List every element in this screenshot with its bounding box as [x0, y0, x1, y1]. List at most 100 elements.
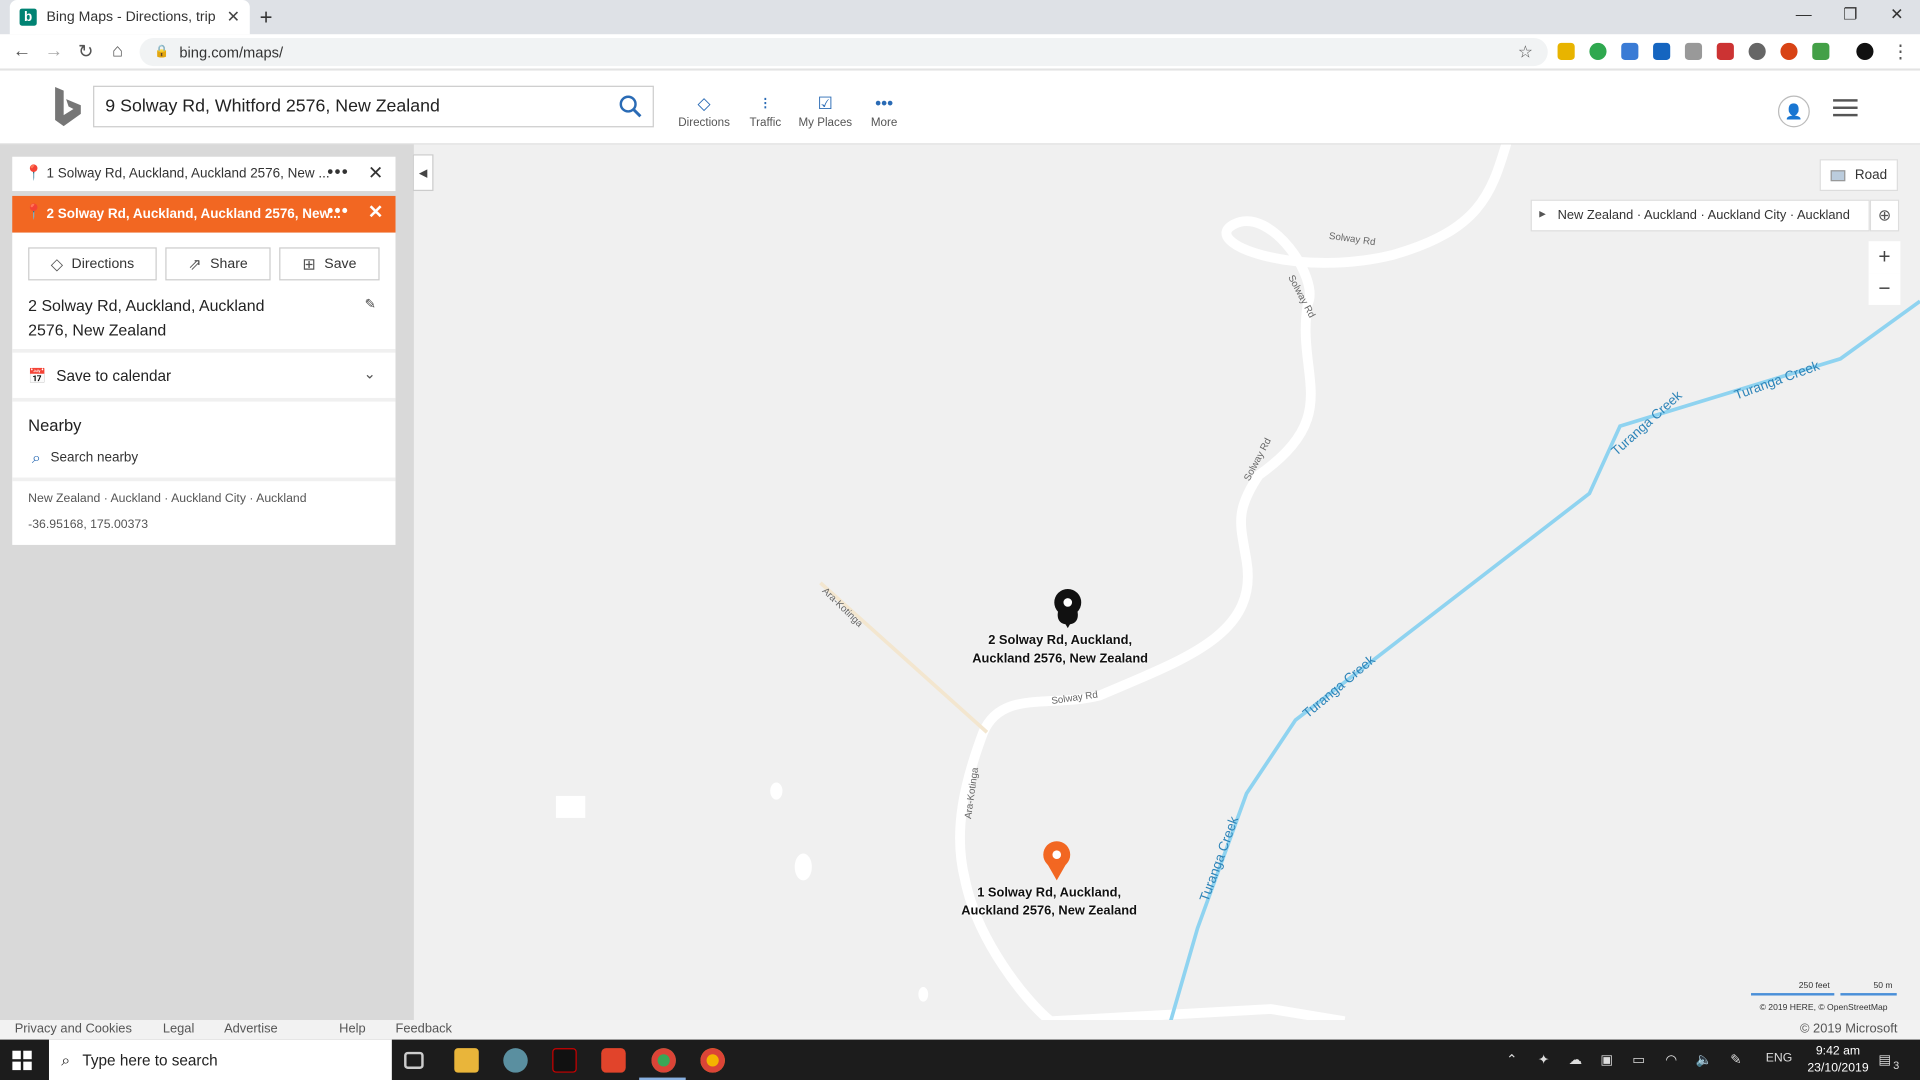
share-button[interactable]: ⇗ Share — [165, 247, 271, 281]
pin-icon: 📍 — [24, 164, 43, 182]
new-tab-icon[interactable]: + — [260, 5, 273, 31]
extension-icon[interactable] — [1653, 42, 1671, 61]
nav-traffic[interactable]: ⁝ Traffic — [735, 93, 796, 130]
black-location-pin-icon[interactable] — [1054, 588, 1082, 629]
black-pin-label[interactable]: 2 Solway Rd, Auckland, Auckland 2576, Ne… — [972, 632, 1148, 669]
nav-my-places-label: My Places — [798, 116, 853, 130]
language-indicator[interactable]: ENG — [1766, 1052, 1793, 1065]
window-close-icon[interactable]: ✕ — [1878, 5, 1915, 25]
user-avatar[interactable]: 👤 — [1777, 95, 1810, 128]
map-style-button[interactable]: Road — [1819, 159, 1898, 192]
browser-tab[interactable]: b Bing Maps - Directions, trip plann ✕ — [9, 0, 250, 35]
orange-location-pin-icon[interactable] — [1043, 841, 1071, 881]
footer-privacy-link[interactable]: Privacy and Cookies — [15, 1021, 132, 1036]
search-icon[interactable] — [618, 94, 642, 118]
extension-icon[interactable] — [1812, 42, 1830, 61]
scale-bar-meters — [1840, 993, 1897, 996]
battery-icon[interactable]: ▭ — [1632, 1052, 1645, 1068]
volume-icon[interactable]: 🔈 — [1696, 1052, 1713, 1068]
nav-more[interactable]: ••• More — [853, 93, 914, 130]
onedrive-icon[interactable]: ☁ — [1569, 1052, 1582, 1068]
save-button[interactable]: ⊞ Save — [279, 247, 380, 281]
edit-pencil-icon[interactable]: ✎ — [365, 296, 376, 313]
dropbox-icon[interactable]: ✦ — [1538, 1052, 1549, 1068]
bookmark-star-icon[interactable]: ☆ — [1518, 42, 1533, 63]
notification-center-icon[interactable]: ▤ — [1878, 1052, 1891, 1068]
close-icon[interactable]: ✕ — [368, 201, 383, 223]
extension-icon[interactable] — [1621, 42, 1639, 61]
evernote-extension-icon[interactable] — [1589, 42, 1607, 61]
task-view-icon[interactable] — [404, 1051, 424, 1069]
zoom-out-button[interactable]: − — [1868, 273, 1901, 305]
tray-chevron-icon[interactable]: ⌃ — [1506, 1052, 1517, 1068]
extension-icon[interactable] — [1748, 42, 1766, 61]
chrome-icon[interactable] — [651, 1048, 676, 1073]
building-shape — [918, 986, 929, 1002]
minimize-icon[interactable]: — — [1785, 5, 1822, 23]
waypoint-2[interactable]: 📍 2 Solway Rd, Auckland, Auckland 2576, … — [12, 195, 396, 233]
close-icon[interactable]: ✕ — [368, 162, 383, 184]
left-panel: 📍 1 Solway Rd, Auckland, Auckland 2576, … — [0, 144, 414, 1022]
extension-icon[interactable] — [1716, 42, 1734, 61]
windows-start-icon[interactable] — [12, 1050, 32, 1071]
save-to-calendar-row[interactable]: 📅 Save to calendar — [28, 367, 171, 384]
nav-my-places[interactable]: ☑ My Places — [795, 93, 856, 130]
file-explorer-icon[interactable] — [454, 1048, 479, 1073]
taskbar-search-input[interactable]: ⌕ Type here to search — [48, 1039, 392, 1080]
directions-button[interactable]: ◇ Directions — [28, 247, 157, 281]
footer-legal-link[interactable]: Legal — [163, 1021, 194, 1036]
monitor-icon[interactable]: ▣ — [1600, 1052, 1613, 1068]
collapse-panel-button[interactable]: ◀ — [412, 154, 434, 192]
locate-me-button[interactable]: ⊕ — [1869, 199, 1900, 232]
extension-icon[interactable] — [1684, 42, 1703, 61]
bing-logo-icon[interactable] — [51, 86, 83, 128]
home-icon[interactable]: ⌂ — [105, 40, 129, 61]
app-icon[interactable] — [503, 1048, 528, 1073]
divider — [12, 397, 396, 402]
map-canvas[interactable]: Solway Rd Solway Rd Solway Rd Solway Rd … — [413, 144, 1920, 1022]
zoom-in-button[interactable]: + — [1868, 241, 1901, 274]
share-button-label: Share — [210, 256, 248, 272]
forward-icon[interactable]: → — [42, 40, 66, 61]
scale-feet-label: 250 feet — [1798, 982, 1830, 991]
brave-icon[interactable] — [601, 1048, 626, 1073]
pin-icon: 📍 — [24, 203, 43, 221]
reload-icon[interactable]: ↻ — [73, 40, 97, 63]
footer-help-link[interactable]: Help — [339, 1021, 365, 1036]
directions-icon: ◇ — [50, 254, 63, 273]
footer-advertise-link[interactable]: Advertise — [224, 1021, 278, 1036]
tab-close-icon[interactable]: ✕ — [227, 7, 240, 27]
back-icon[interactable]: ← — [10, 40, 34, 61]
browser-menu-icon[interactable]: ⋮ — [1888, 40, 1912, 63]
address-line-1: 2 Solway Rd, Auckland, Auckland — [28, 296, 265, 315]
person-icon: 👤 — [1784, 102, 1804, 121]
chrome-icon[interactable] — [700, 1048, 725, 1073]
more-options-icon[interactable]: ••• — [327, 162, 349, 182]
pen-icon[interactable]: ✎ — [1730, 1052, 1741, 1068]
my-places-icon: ☑ — [817, 93, 834, 113]
more-options-icon[interactable]: ••• — [327, 201, 349, 221]
nav-directions[interactable]: ◇ Directions — [673, 93, 734, 130]
footer-feedback-link[interactable]: Feedback — [396, 1021, 452, 1036]
clock[interactable]: 9:42 am 23/10/2019 — [1807, 1043, 1868, 1077]
address-bar[interactable]: 🔒 bing.com/maps/ ☆ — [139, 37, 1548, 67]
netflix-icon[interactable] — [552, 1048, 577, 1073]
wifi-icon[interactable]: ◠ — [1665, 1052, 1677, 1068]
bing-header: 9 Solway Rd, Whitford 2576, New Zealand … — [0, 71, 1920, 145]
orange-pin-label[interactable]: 1 Solway Rd, Auckland, Auckland 2576, Ne… — [961, 884, 1137, 921]
chevron-down-icon[interactable]: ⌄ — [364, 365, 376, 382]
hamburger-menu-icon[interactable] — [1833, 99, 1858, 117]
extension-icon[interactable] — [1557, 42, 1575, 61]
chevron-left-icon: ◀ — [418, 165, 428, 179]
profile-icon[interactable] — [1856, 42, 1874, 61]
nav-more-label: More — [870, 116, 898, 130]
map-layer[interactable] — [414, 144, 1920, 1022]
search-input[interactable]: 9 Solway Rd, Whitford 2576, New Zealand — [93, 85, 654, 128]
search-nearby-link[interactable]: ⌕ Search nearby — [32, 448, 138, 468]
save-to-calendar-label: Save to calendar — [56, 367, 172, 385]
extension-icon[interactable] — [1780, 42, 1798, 61]
waypoint-1[interactable]: 📍 1 Solway Rd, Auckland, Auckland 2576, … — [12, 156, 396, 192]
restore-icon[interactable]: ❐ — [1832, 5, 1869, 25]
map-breadcrumb[interactable]: ▶ New Zealand · Auckland · Auckland City… — [1530, 199, 1870, 232]
orange-pin-label-line1: 1 Solway Rd, Auckland, — [977, 885, 1122, 901]
